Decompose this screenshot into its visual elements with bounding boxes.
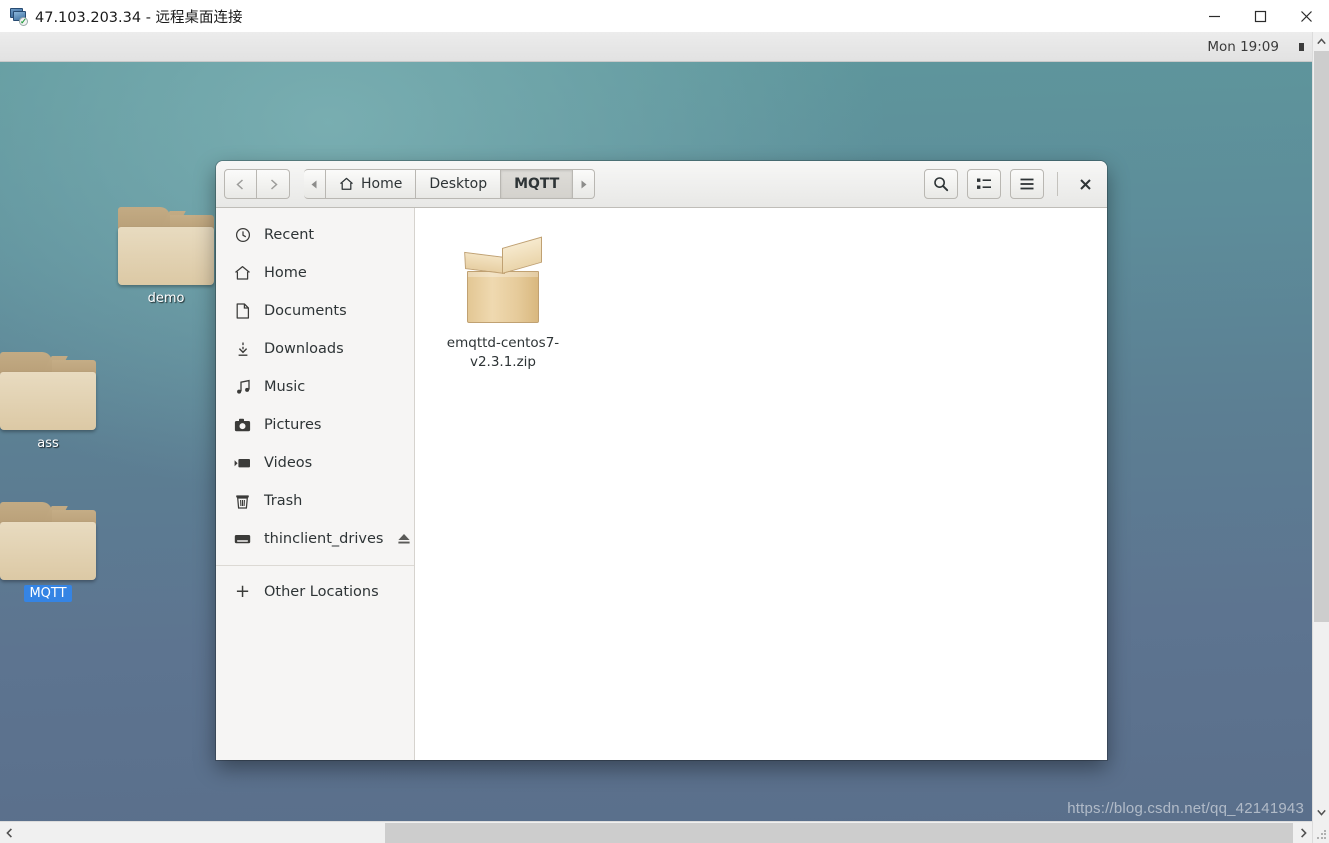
trash-icon <box>234 493 251 510</box>
file-manager-body: Recent Home Documents Downloads Music Pi… <box>216 208 1107 760</box>
hamburger-menu-icon <box>1020 178 1034 190</box>
home-icon <box>234 265 251 282</box>
document-icon <box>234 303 251 320</box>
clock-icon <box>234 227 251 244</box>
sidebar-item-label: Videos <box>264 455 313 471</box>
file-manager-window: Home Desktop MQTT Recent Home Documents … <box>216 161 1107 760</box>
video-icon <box>234 455 251 472</box>
navigation-buttons <box>224 169 290 199</box>
close-icon <box>1079 178 1091 190</box>
download-icon <box>234 341 251 358</box>
maximize-button[interactable] <box>1237 0 1283 32</box>
archive-file-icon <box>461 236 545 325</box>
sidebar-item-documents[interactable]: Documents <box>216 292 414 330</box>
sidebar-item-downloads[interactable]: Downloads <box>216 330 414 368</box>
search-button[interactable] <box>924 169 958 199</box>
breadcrumb-scroll-left-button[interactable] <box>304 169 326 199</box>
breadcrumb-item-label: Desktop <box>429 176 488 192</box>
header-actions <box>924 169 1099 199</box>
sidebar-item-videos[interactable]: Videos <box>216 444 414 482</box>
sidebar-item-label: Home <box>264 265 307 281</box>
sidebar-item-music[interactable]: Music <box>216 368 414 406</box>
sidebar-item-trash[interactable]: Trash <box>216 482 414 520</box>
menu-button[interactable] <box>1010 169 1044 199</box>
resize-grip[interactable] <box>1316 829 1328 841</box>
desktop-icon-demo[interactable]: demo <box>110 207 222 307</box>
sidebar-item-home[interactable]: Home <box>216 254 414 292</box>
rdp-title-bar: ✓ 47.103.203.34 - 远程桌面连接 <box>0 0 1329 32</box>
plus-icon: + <box>234 581 251 602</box>
window-controls <box>1191 0 1329 32</box>
sidebar-divider <box>216 565 414 566</box>
file-item[interactable]: emqttd-centos7-v2.3.1.zip <box>428 236 578 372</box>
sidebar-item-recent[interactable]: Recent <box>216 216 414 254</box>
breadcrumb-scroll-right-button[interactable] <box>573 169 596 199</box>
gnome-top-bar: Mon 19:09 <box>0 32 1312 62</box>
breadcrumb-item-desktop[interactable]: Desktop <box>416 169 502 199</box>
forward-button[interactable] <box>257 169 290 199</box>
breadcrumb: Home Desktop MQTT <box>304 169 596 199</box>
file-manager-header-bar: Home Desktop MQTT <box>216 161 1107 208</box>
breadcrumb-item-mqtt[interactable]: MQTT <box>501 169 574 199</box>
rdp-title-text: 47.103.203.34 - 远程桌面连接 <box>35 9 243 26</box>
file-manager-close-button[interactable] <box>1071 170 1099 198</box>
vertical-scrollbar[interactable] <box>1312 32 1329 843</box>
scroll-down-button[interactable] <box>1313 803 1329 821</box>
tray-indicator-icon[interactable] <box>1299 42 1304 51</box>
sidebar-item-thinclient-drives[interactable]: thinclient_drives <box>216 520 414 558</box>
breadcrumb-item-label: Home <box>361 176 403 192</box>
scroll-up-button[interactable] <box>1313 32 1329 50</box>
sidebar-item-label: Other Locations <box>264 584 379 600</box>
header-divider <box>1057 172 1058 196</box>
sidebar-item-other-locations[interactable]: + Other Locations <box>216 573 414 611</box>
desktop-icon-mqtt[interactable]: MQTT <box>0 502 104 602</box>
sidebar-item-label: Downloads <box>264 341 344 357</box>
eject-icon[interactable] <box>396 531 412 547</box>
camera-icon <box>234 417 251 434</box>
view-toggle-button[interactable] <box>967 169 1001 199</box>
drive-icon <box>234 531 251 548</box>
music-note-icon <box>234 379 251 396</box>
sidebar-item-label: Pictures <box>264 417 322 433</box>
breadcrumb-item-home[interactable]: Home <box>326 169 417 199</box>
close-button[interactable] <box>1283 0 1329 32</box>
scroll-right-button[interactable] <box>1294 822 1312 843</box>
horizontal-scrollbar-thumb[interactable] <box>385 823 1293 843</box>
breadcrumb-item-label: MQTT <box>514 176 560 192</box>
sidebar-item-label: Trash <box>264 493 303 509</box>
vertical-scrollbar-thumb[interactable] <box>1314 51 1329 622</box>
desktop-icon-label: MQTT <box>24 585 72 602</box>
sidebar-item-label: Music <box>264 379 306 395</box>
sidebar-item-pictures[interactable]: Pictures <box>216 406 414 444</box>
desktop-icon-label: ass <box>37 436 59 451</box>
remote-desktop-icon: ✓ <box>9 7 28 26</box>
sidebar-item-label: Documents <box>264 303 347 319</box>
clock[interactable]: Mon 19:09 <box>1207 39 1279 55</box>
folder-icon <box>0 352 96 430</box>
minimize-button[interactable] <box>1191 0 1237 32</box>
search-icon <box>934 177 949 192</box>
desktop-icon-ass[interactable]: ass <box>0 352 104 452</box>
sidebar-item-label: Recent <box>264 227 315 243</box>
file-name-label: emqttd-centos7-v2.3.1.zip <box>446 335 560 370</box>
horizontal-scrollbar[interactable] <box>0 821 1312 843</box>
folder-icon <box>118 207 214 285</box>
desktop-icon-label: demo <box>147 291 185 306</box>
watermark-text: https://blog.csdn.net/qq_42141943 <box>1067 800 1304 817</box>
file-list-area[interactable]: emqttd-centos7-v2.3.1.zip <box>415 208 1107 760</box>
folder-icon <box>0 502 96 580</box>
home-icon <box>339 177 354 191</box>
sidebar: Recent Home Documents Downloads Music Pi… <box>216 208 415 760</box>
list-view-icon <box>977 178 991 189</box>
back-button[interactable] <box>224 169 257 199</box>
scroll-left-button[interactable] <box>0 822 18 843</box>
sidebar-item-label: thinclient_drives <box>264 531 384 547</box>
remote-desktop-window: ✓ 47.103.203.34 - 远程桌面连接 Mon 19:09 demo <box>0 0 1329 843</box>
